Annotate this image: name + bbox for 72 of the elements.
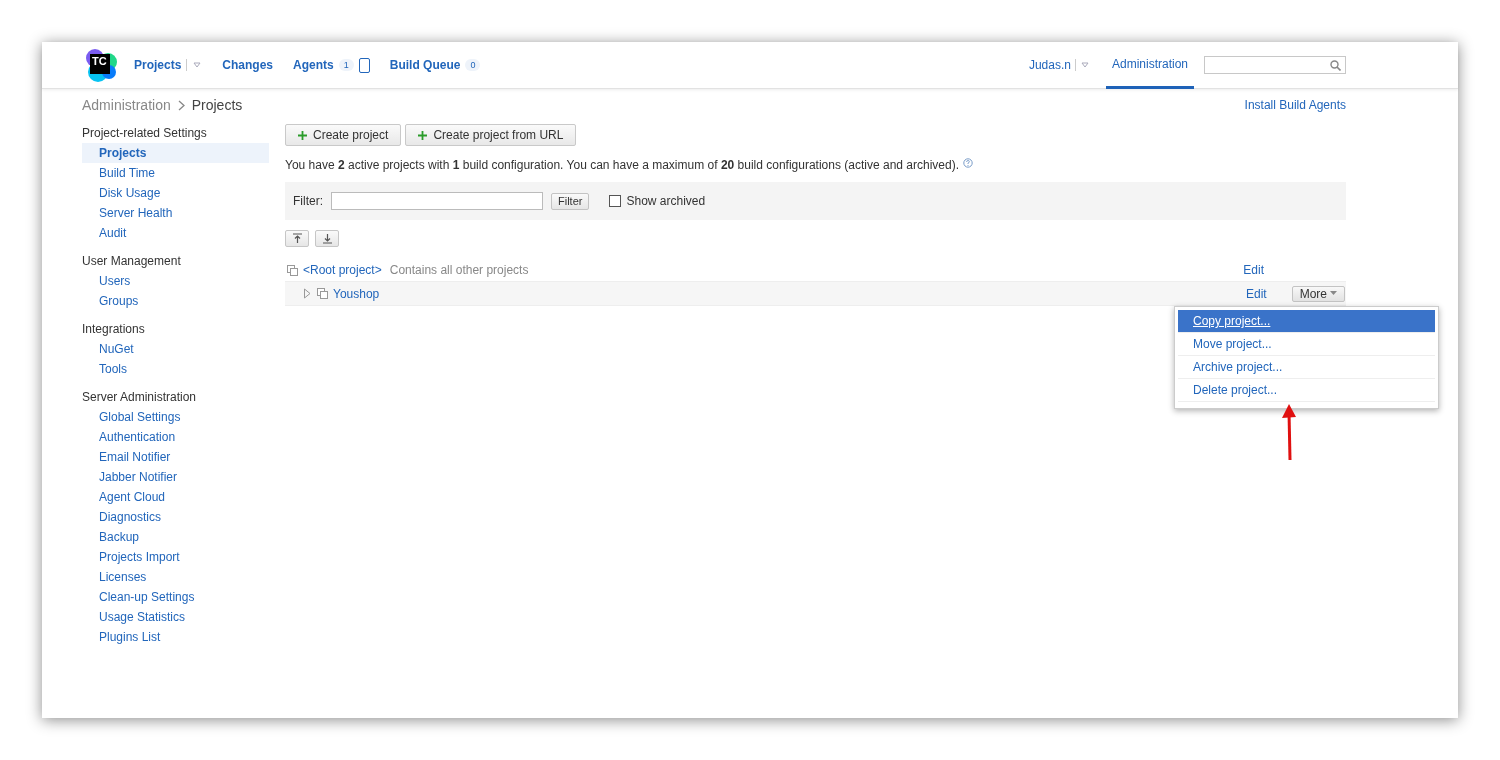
filter-field[interactable] <box>331 192 543 210</box>
sidebar-item[interactable]: Clean-up Settings <box>82 587 269 607</box>
nav-link[interactable]: Build Queue <box>389 58 461 72</box>
collapse-all-button[interactable] <box>285 230 309 247</box>
project-icon <box>317 288 328 299</box>
sidebar-item[interactable]: Authentication <box>82 427 269 447</box>
sidebar-item[interactable]: Tools <box>82 359 269 379</box>
sidebar-item[interactable]: Disk Usage <box>82 183 269 203</box>
sidebar-item[interactable]: Backup <box>82 527 269 547</box>
sidebar-item[interactable]: Usage Statistics <box>82 607 269 627</box>
sidebar-item[interactable]: Server Health <box>82 203 269 223</box>
sidebar-item[interactable]: Global Settings <box>82 407 269 427</box>
plus-icon <box>298 130 307 140</box>
collapse-icon <box>291 233 303 244</box>
nav-link[interactable]: Agents <box>293 58 334 72</box>
menu-item[interactable]: Move project... <box>1178 333 1435 356</box>
checkbox[interactable] <box>609 195 622 207</box>
more-button[interactable]: More <box>1291 285 1345 302</box>
menu-item[interactable]: Copy project... <box>1178 310 1435 333</box>
sidebar-heading: User Management <box>82 253 182 270</box>
administration-tab[interactable]: Administration <box>1105 42 1194 89</box>
project-icon <box>287 264 298 276</box>
sidebar-heading: Project-related Settings <box>82 125 208 142</box>
menu-item[interactable]: Archive project... <box>1178 356 1435 379</box>
user-menu[interactable]: Judas.n <box>1028 58 1071 72</box>
sidebar-item[interactable]: Agent Cloud <box>82 487 269 507</box>
sidebar-item[interactable]: Diagnostics <box>82 507 269 527</box>
create-button[interactable]: Create project <box>285 124 402 146</box>
install-agents-link[interactable]: Install Build Agents <box>1244 98 1346 112</box>
filter-button[interactable]: Filter <box>551 192 590 210</box>
create-button[interactable]: Create project from URL <box>405 124 577 146</box>
expand-all-button[interactable] <box>315 230 339 247</box>
sidebar-item[interactable]: Jabber Notifier <box>82 467 269 487</box>
filter-label: Filter: <box>293 194 323 208</box>
dropdown-caret-icon[interactable] <box>1079 60 1090 70</box>
download-icon <box>321 233 333 244</box>
checkbox-label: Show archived <box>626 194 706 208</box>
summary-text: You have 2 active projects with 1 build configuration. You can have a maximum of 20 build configurations (active and archived). <box>285 158 960 172</box>
nav-link[interactable]: Projects <box>134 58 182 72</box>
search-icon <box>1330 59 1341 71</box>
chevron-icon <box>177 99 185 111</box>
sidebar-item[interactable]: Projects Import <box>82 547 269 567</box>
plus-icon <box>418 130 428 140</box>
count-badge: 1 <box>338 59 354 71</box>
help-icon[interactable] <box>963 158 974 168</box>
dropdown-caret-icon[interactable] <box>192 60 203 70</box>
expand-toggle-icon[interactable] <box>303 288 312 299</box>
menu-item[interactable]: Delete project... <box>1178 379 1435 402</box>
device-icon[interactable] <box>358 57 370 73</box>
project-link[interactable]: <Root project> <box>303 263 382 277</box>
sidebar-item[interactable]: Build Time <box>82 163 269 183</box>
caret-icon <box>1330 291 1337 296</box>
edit-link[interactable]: Edit <box>1243 263 1264 277</box>
nav-link[interactable]: Changes <box>222 58 274 72</box>
project-description: Contains all other projects <box>389 263 529 277</box>
project-link[interactable]: Youshop <box>333 286 380 301</box>
sidebar-heading: Integrations <box>82 321 146 338</box>
logo[interactable]: TC <box>84 48 118 82</box>
search-field[interactable] <box>1204 56 1346 74</box>
edit-link[interactable]: Edit <box>1245 286 1267 301</box>
sidebar-item[interactable]: Email Notifier <box>82 447 269 467</box>
sidebar-item[interactable]: Plugins List <box>82 627 269 647</box>
sidebar-item[interactable]: NuGet <box>82 339 269 359</box>
breadcrumb-link[interactable]: Administration <box>82 97 171 113</box>
sidebar-item[interactable]: Users <box>82 271 269 291</box>
sidebar-item[interactable]: Projects <box>82 143 269 163</box>
sidebar-item[interactable]: Groups <box>82 291 269 311</box>
page-title: Projects <box>191 97 243 113</box>
count-badge: 0 <box>465 59 481 71</box>
sidebar-item[interactable]: Licenses <box>82 567 269 587</box>
sidebar-item[interactable]: Audit <box>82 223 269 243</box>
sidebar-heading: Server Administration <box>82 389 198 406</box>
